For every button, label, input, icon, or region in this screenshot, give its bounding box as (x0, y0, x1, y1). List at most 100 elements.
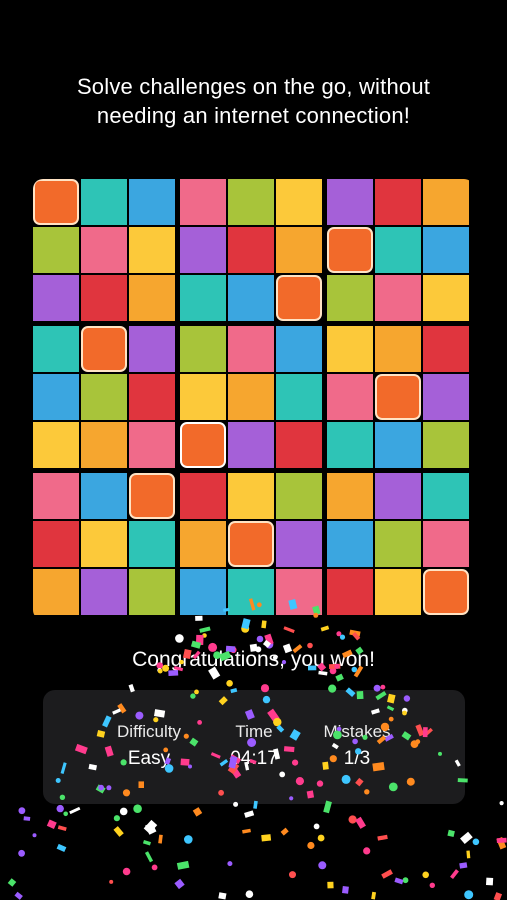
board-cell[interactable] (33, 422, 79, 468)
board-cell[interactable] (180, 473, 226, 519)
board-cell[interactable] (375, 569, 421, 615)
board-cell[interactable] (327, 179, 373, 225)
board-cell-highlighted[interactable] (327, 227, 373, 273)
board-cell[interactable] (81, 521, 127, 567)
board-cell[interactable] (33, 275, 79, 321)
confetti-piece (466, 850, 471, 859)
board-cell[interactable] (129, 275, 175, 321)
confetti-piece (320, 625, 330, 632)
confetti-piece (202, 633, 207, 638)
board-cell[interactable] (327, 422, 373, 468)
confetti-piece (283, 626, 295, 634)
board-cell[interactable] (180, 521, 226, 567)
board-cell[interactable] (81, 422, 127, 468)
board-cell[interactable] (81, 179, 127, 225)
board-cell[interactable] (327, 473, 373, 519)
board-cell[interactable] (33, 521, 79, 567)
confetti-piece (394, 877, 404, 885)
board-cell[interactable] (423, 227, 469, 273)
board-cell[interactable] (375, 326, 421, 372)
board-cell[interactable] (180, 275, 226, 321)
board-cell-highlighted[interactable] (129, 473, 175, 519)
confetti-piece (175, 634, 184, 643)
board-cell[interactable] (423, 275, 469, 321)
board-cell[interactable] (423, 422, 469, 468)
board-cell[interactable] (276, 179, 322, 225)
board-cell[interactable] (180, 569, 226, 615)
board-cell[interactable] (129, 422, 175, 468)
board-cell[interactable] (129, 227, 175, 273)
board-cell-highlighted[interactable] (375, 374, 421, 420)
board-cell[interactable] (129, 179, 175, 225)
board-cell[interactable] (180, 227, 226, 273)
board-cell[interactable] (33, 374, 79, 420)
board-cell[interactable] (228, 569, 274, 615)
confetti-piece (317, 834, 325, 842)
board-cell[interactable] (375, 473, 421, 519)
board-cell[interactable] (423, 326, 469, 372)
board-cell[interactable] (81, 374, 127, 420)
board-cell[interactable] (228, 473, 274, 519)
board-cell[interactable] (423, 521, 469, 567)
board-cell[interactable] (276, 326, 322, 372)
board-cell[interactable] (33, 473, 79, 519)
board-cell[interactable] (228, 227, 274, 273)
board-cell[interactable] (129, 521, 175, 567)
board-cell-highlighted[interactable] (423, 569, 469, 615)
board-cell[interactable] (423, 374, 469, 420)
confetti-piece (7, 878, 17, 887)
board-cell[interactable] (228, 374, 274, 420)
board-cell[interactable] (81, 227, 127, 273)
board-cell[interactable] (81, 473, 127, 519)
board-cell-highlighted[interactable] (81, 326, 127, 372)
board-cell-highlighted[interactable] (180, 422, 226, 468)
board-cell[interactable] (276, 374, 322, 420)
board-cell[interactable] (33, 569, 79, 615)
board-cell[interactable] (327, 521, 373, 567)
board-cell[interactable] (375, 227, 421, 273)
difficulty-value: Easy (127, 748, 171, 769)
board-cell[interactable] (423, 179, 469, 225)
board-cell[interactable] (375, 179, 421, 225)
board-cell[interactable] (228, 179, 274, 225)
board-cell[interactable] (375, 422, 421, 468)
board-cell[interactable] (375, 521, 421, 567)
confetti-piece (496, 837, 507, 844)
stat-time: Time 04:17 (194, 722, 314, 770)
board-cell[interactable] (228, 275, 274, 321)
board-cell[interactable] (33, 227, 79, 273)
board-cell[interactable] (129, 326, 175, 372)
board-cell[interactable] (276, 422, 322, 468)
board-cell[interactable] (276, 473, 322, 519)
board-cell-highlighted[interactable] (276, 275, 322, 321)
confetti-piece (261, 620, 267, 629)
board-cell[interactable] (129, 374, 175, 420)
board-cell[interactable] (81, 569, 127, 615)
board-cell[interactable] (180, 179, 226, 225)
confetti-piece (336, 631, 342, 637)
board-cell-highlighted[interactable] (33, 179, 79, 225)
board-cell[interactable] (327, 275, 373, 321)
board-cell[interactable] (180, 326, 226, 372)
board-cell-highlighted[interactable] (228, 521, 274, 567)
board-cell[interactable] (276, 569, 322, 615)
board-cell[interactable] (327, 569, 373, 615)
confetti-piece (496, 836, 507, 850)
board-cell[interactable] (276, 521, 322, 567)
confetti-piece (313, 823, 320, 830)
board-cell[interactable] (423, 473, 469, 519)
confetti-piece (363, 847, 371, 855)
confetti-piece (113, 815, 120, 822)
confetti-piece (450, 869, 459, 880)
board-cell[interactable] (180, 374, 226, 420)
board-cell[interactable] (228, 422, 274, 468)
board-cell[interactable] (276, 227, 322, 273)
board-cell[interactable] (327, 374, 373, 420)
board-cell[interactable] (228, 326, 274, 372)
board-cell[interactable] (375, 275, 421, 321)
board-cell[interactable] (33, 326, 79, 372)
board-cell[interactable] (81, 275, 127, 321)
board-cell[interactable] (327, 326, 373, 372)
board-cell[interactable] (129, 569, 175, 615)
difficulty-label: Difficulty (117, 722, 181, 741)
